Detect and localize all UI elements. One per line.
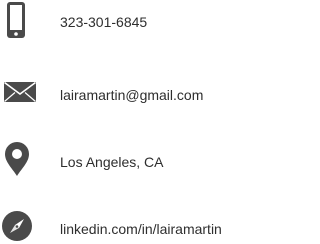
location-text: Los Angeles, CA [60,154,164,170]
phone-number[interactable]: 323-301-6845 [60,14,147,30]
linkedin-url[interactable]: linkedin.com/in/lairamartin [60,221,222,237]
email-address[interactable]: lairamartin@gmail.com [60,87,203,103]
contact-item-location: Los Angeles, CA [0,142,268,182]
phone-icon [0,2,40,42]
map-pin-icon [0,142,40,182]
contact-item-phone: 323-301-6845 [0,2,268,42]
contact-item-linkedin: linkedin.com/in/lairamartin [0,208,268,244]
contact-item-email: lairamartin@gmail.com [0,74,268,114]
compass-icon [0,208,40,244]
mail-icon [0,74,40,114]
